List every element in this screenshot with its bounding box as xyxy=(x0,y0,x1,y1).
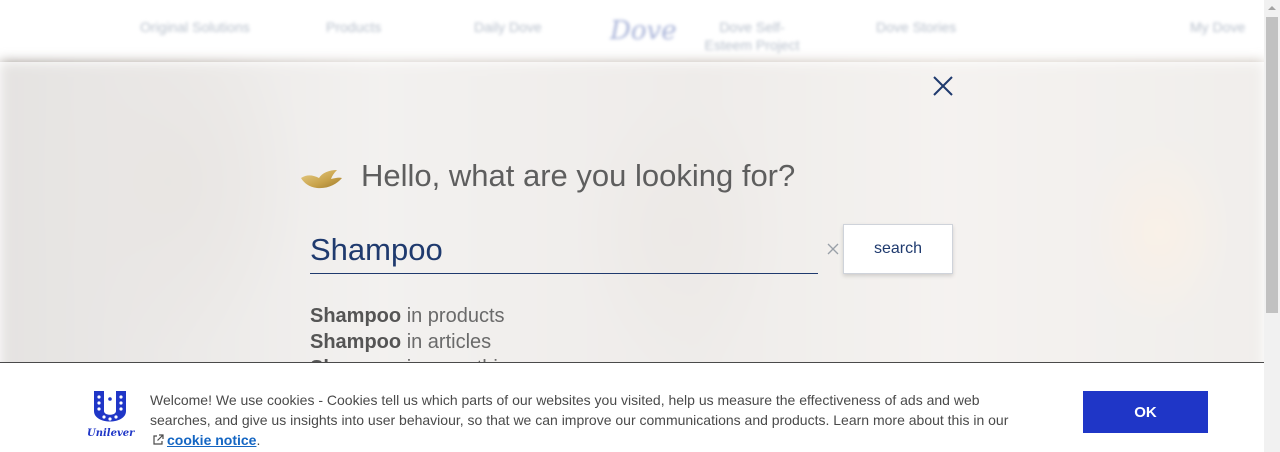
suggestion-scope: in products xyxy=(406,305,505,327)
nav-item-self-esteem-project[interactable]: Dove Self-Esteem Project xyxy=(700,18,804,54)
unilever-logo-icon xyxy=(94,391,126,422)
cookie-message: Welcome! We use cookies - Cookies tell u… xyxy=(150,390,1020,450)
cookie-ok-button[interactable]: OK xyxy=(1083,391,1208,433)
nav-item-original-solutions[interactable]: Original Solutions xyxy=(140,18,250,36)
suggestion-articles[interactable]: Shampoo in articles xyxy=(310,329,710,355)
search-heading: Hello, what are you looking for? xyxy=(361,158,796,193)
scroll-up-arrow-icon[interactable] xyxy=(1264,0,1280,16)
unilever-wordmark: Unilever xyxy=(87,428,135,439)
cookie-text-suffix: . xyxy=(256,432,261,448)
cookie-notice-link[interactable]: cookie notice xyxy=(167,432,256,448)
search-field xyxy=(310,226,818,274)
search-button[interactable]: search xyxy=(843,224,953,274)
nav-item-products[interactable]: Products xyxy=(326,18,381,36)
cookie-text: Welcome! We use cookies - Cookies tell u… xyxy=(150,392,1009,428)
dove-icon xyxy=(301,170,342,189)
search-input[interactable] xyxy=(310,226,818,273)
nav-item-my-account[interactable]: My Dove xyxy=(1190,18,1245,36)
suggestion-term: Shampoo xyxy=(310,331,402,353)
dove-logo-text: Dove xyxy=(610,16,677,46)
close-icon xyxy=(933,76,953,96)
suggestion-term: Shampoo xyxy=(310,305,402,327)
external-link-icon xyxy=(153,434,164,445)
nav-item-dove-stories[interactable]: Dove Stories xyxy=(876,18,956,36)
clear-icon[interactable] xyxy=(826,242,840,256)
unilever-logo: Unilever xyxy=(86,389,136,441)
cookie-banner: Unilever Welcome! We use cookies - Cooki… xyxy=(0,362,1264,452)
nav-item-daily-dove[interactable]: Daily Dove xyxy=(474,18,542,36)
suggestion-scope: in articles xyxy=(406,331,492,353)
page-scrollbar[interactable] xyxy=(1264,0,1280,452)
suggestion-products[interactable]: Shampoo in products xyxy=(310,303,710,329)
top-navigation: Original Solutions Products Daily Dove D… xyxy=(0,0,1264,80)
close-search-button[interactable] xyxy=(930,73,956,99)
scrollbar-thumb[interactable] xyxy=(1266,17,1278,313)
